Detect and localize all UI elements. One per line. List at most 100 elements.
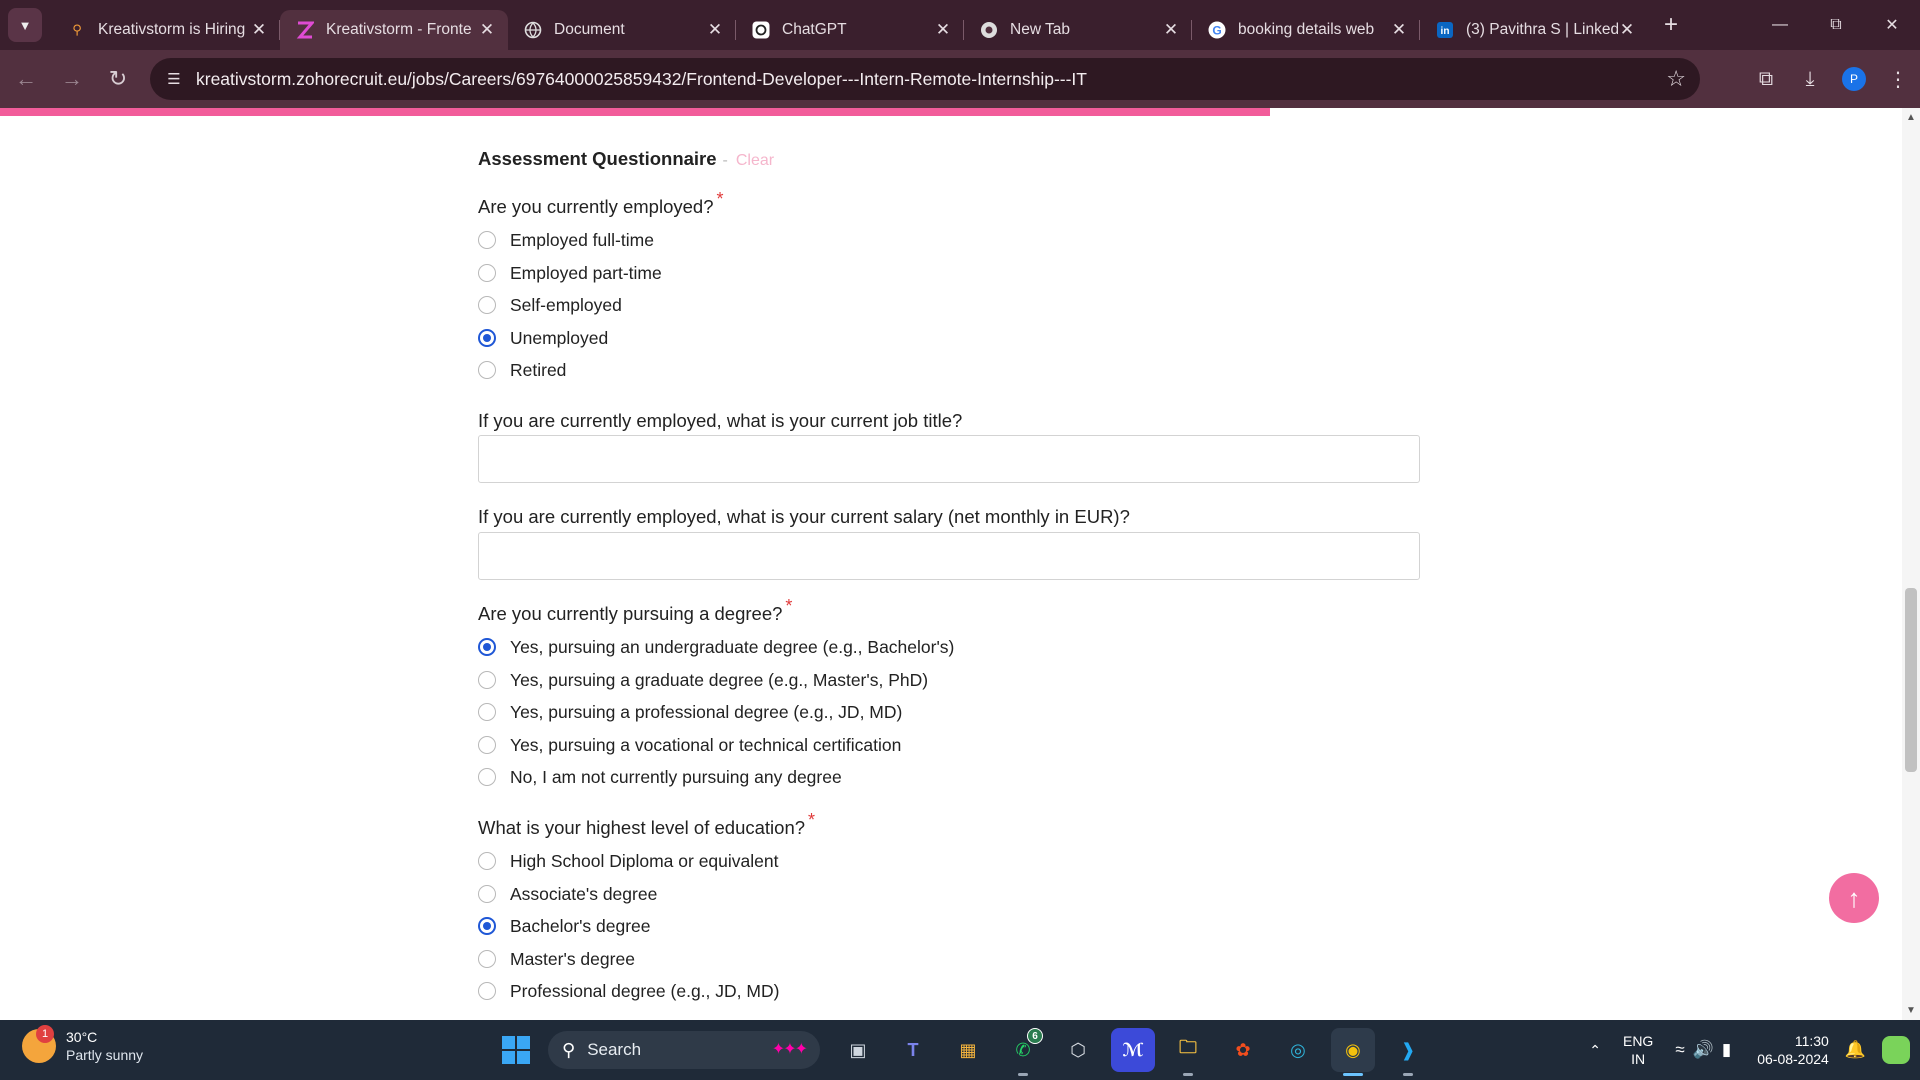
radio-button[interactable]: [478, 361, 496, 379]
salary-input[interactable]: [478, 532, 1420, 580]
radio-button[interactable]: [478, 264, 496, 282]
download-icon[interactable]: ⤓: [1788, 57, 1832, 101]
question-employed: Are you currently employed? *: [478, 189, 724, 218]
tab-document[interactable]: Document ✕: [508, 10, 736, 50]
tab-new-tab[interactable]: New Tab ✕: [964, 10, 1192, 50]
radio-option[interactable]: Employed full-time: [478, 228, 654, 252]
kreativstorm-favicon-icon: [296, 21, 314, 39]
chrome-icon[interactable]: ◉: [1331, 1028, 1375, 1076]
menu-dots-icon[interactable]: ⋮: [1876, 57, 1920, 101]
clear-link[interactable]: Clear: [736, 152, 774, 170]
radio-option[interactable]: Master's degree: [478, 947, 635, 971]
task-view-icon[interactable]: ▣: [836, 1028, 880, 1072]
option-label: Unemployed: [510, 327, 609, 348]
radio-button-selected[interactable]: [478, 917, 496, 935]
radio-button[interactable]: [478, 768, 496, 786]
radio-button[interactable]: [478, 736, 496, 754]
profile-avatar[interactable]: P: [1842, 67, 1866, 91]
question-education: What is your highest level of education?…: [478, 810, 815, 839]
radio-button-selected[interactable]: [478, 329, 496, 347]
figma-icon[interactable]: ✿: [1221, 1028, 1265, 1072]
back-arrow-icon[interactable]: ←: [6, 59, 46, 99]
radio-option[interactable]: Yes, pursuing an undergraduate degree (e…: [478, 635, 954, 659]
tab-search-button[interactable]: ▼: [8, 8, 42, 42]
close-tab-icon[interactable]: ✕: [706, 20, 724, 40]
show-hidden-icons-chevron-icon[interactable]: ⌃: [1589, 1042, 1601, 1059]
radio-button[interactable]: [478, 703, 496, 721]
tab-kreativstorm-hiring[interactable]: ⚲ Kreativstorm is Hiring ✕: [52, 10, 280, 50]
radio-button[interactable]: [478, 231, 496, 249]
radio-option[interactable]: Yes, pursuing a professional degree (e.g…: [478, 700, 902, 724]
whatsapp-icon[interactable]: ✆ 6: [1001, 1028, 1045, 1076]
weather-widget[interactable]: 1 30°C Partly sunny: [22, 1025, 143, 1064]
bookmark-star-icon[interactable]: ☆: [1666, 66, 1686, 92]
job-title-input[interactable]: [478, 435, 1420, 483]
close-tab-icon[interactable]: ✕: [478, 20, 496, 40]
radio-option[interactable]: High School Diploma or equivalent: [478, 849, 778, 873]
wifi-icon[interactable]: ≈: [1675, 1040, 1684, 1060]
battery-icon[interactable]: ▮: [1722, 1040, 1731, 1060]
url-text[interactable]: kreativstorm.zohorecruit.eu/jobs/Careers…: [196, 69, 1087, 90]
close-tab-icon[interactable]: ✕: [934, 20, 952, 40]
scroll-down-arrow-icon[interactable]: ▼: [1902, 1005, 1920, 1016]
tab-title: Kreativstorm - Fronte: [326, 21, 472, 38]
radio-option[interactable]: Yes, pursuing a vocational or technical …: [478, 733, 901, 757]
tab-booking-details[interactable]: G booking details web ✕: [1192, 10, 1420, 50]
weather-temperature: 30°C: [66, 1029, 98, 1045]
teams-icon[interactable]: T: [891, 1028, 935, 1072]
tab-kreativstorm-frontend[interactable]: Kreativstorm - Fronte ✕: [280, 10, 508, 50]
file-explorer-icon[interactable]: 🗀: [1166, 1028, 1210, 1076]
radio-option[interactable]: No, I am not currently pursuing any degr…: [478, 765, 842, 789]
radio-option[interactable]: Professional degree (e.g., JD, MD): [478, 979, 779, 1003]
edge-icon[interactable]: ◎: [1276, 1028, 1320, 1072]
region-code: IN: [1631, 1051, 1646, 1067]
scroll-up-arrow-icon[interactable]: ▲: [1902, 112, 1920, 123]
radio-option[interactable]: Associate's degree: [478, 882, 657, 906]
scrollbar-thumb[interactable]: [1905, 588, 1917, 772]
radio-option[interactable]: Unemployed: [478, 326, 608, 350]
radio-option[interactable]: Employed part-time: [478, 261, 662, 285]
tab-linkedin[interactable]: in (3) Pavithra S | Linked ✕: [1420, 10, 1648, 50]
clock[interactable]: 11:30 06-08-2024: [1757, 1032, 1829, 1068]
radio-option[interactable]: Self-employed: [478, 293, 622, 317]
windows-start-icon[interactable]: [502, 1036, 530, 1064]
unity-icon[interactable]: ⬡: [1056, 1028, 1100, 1072]
extensions-icon[interactable]: ⧉: [1744, 57, 1788, 101]
close-tab-icon[interactable]: ✕: [1162, 20, 1180, 40]
radio-option[interactable]: Retired: [478, 358, 566, 382]
radio-button[interactable]: [478, 950, 496, 968]
notifications-bell-icon[interactable]: 🔔: [1845, 1040, 1866, 1060]
new-tab-button[interactable]: +: [1654, 8, 1688, 42]
copilot-icon[interactable]: [1882, 1036, 1910, 1064]
language-indicator[interactable]: ENG IN: [1623, 1032, 1653, 1068]
reload-icon[interactable]: ↻: [98, 59, 138, 99]
close-tab-icon[interactable]: ✕: [1390, 20, 1408, 40]
microsoft-store-icon[interactable]: ▦: [946, 1028, 990, 1072]
radio-button[interactable]: [478, 852, 496, 870]
radio-button[interactable]: [478, 982, 496, 1000]
forward-arrow-icon[interactable]: →: [52, 59, 92, 99]
address-bar[interactable]: ☰ kreativstorm.zohorecruit.eu/jobs/Caree…: [150, 58, 1700, 100]
visual-studio-icon[interactable]: ℳ: [1111, 1028, 1155, 1072]
taskbar-search[interactable]: ⚲ Search ✦✦✦: [548, 1031, 820, 1069]
close-tab-icon[interactable]: ✕: [1618, 20, 1636, 40]
radio-option[interactable]: Bachelor's degree: [478, 914, 651, 938]
restore-icon[interactable]: ⧉: [1808, 0, 1864, 50]
radio-button[interactable]: [478, 885, 496, 903]
tab-chatgpt[interactable]: ChatGPT ✕: [736, 10, 964, 50]
close-tab-icon[interactable]: ✕: [250, 20, 268, 40]
site-info-icon[interactable]: ☰: [154, 59, 194, 99]
minimize-icon[interactable]: —: [1752, 0, 1808, 50]
linkedin-favicon-icon: in: [1436, 21, 1454, 39]
option-label: Bachelor's degree: [510, 915, 651, 936]
vscode-icon[interactable]: ❱: [1386, 1028, 1430, 1076]
page-scrollbar[interactable]: ▲ ▼: [1902, 108, 1920, 1020]
volume-icon[interactable]: 🔊: [1693, 1040, 1714, 1060]
radio-option[interactable]: Yes, pursuing a graduate degree (e.g., M…: [478, 668, 928, 692]
scroll-to-top-button[interactable]: ↑: [1829, 873, 1879, 923]
radio-button[interactable]: [478, 671, 496, 689]
tab-list: ⚲ Kreativstorm is Hiring ✕ Kreativstorm …: [52, 0, 1688, 50]
radio-button[interactable]: [478, 296, 496, 314]
close-window-icon[interactable]: ✕: [1864, 0, 1920, 50]
radio-button-selected[interactable]: [478, 638, 496, 656]
